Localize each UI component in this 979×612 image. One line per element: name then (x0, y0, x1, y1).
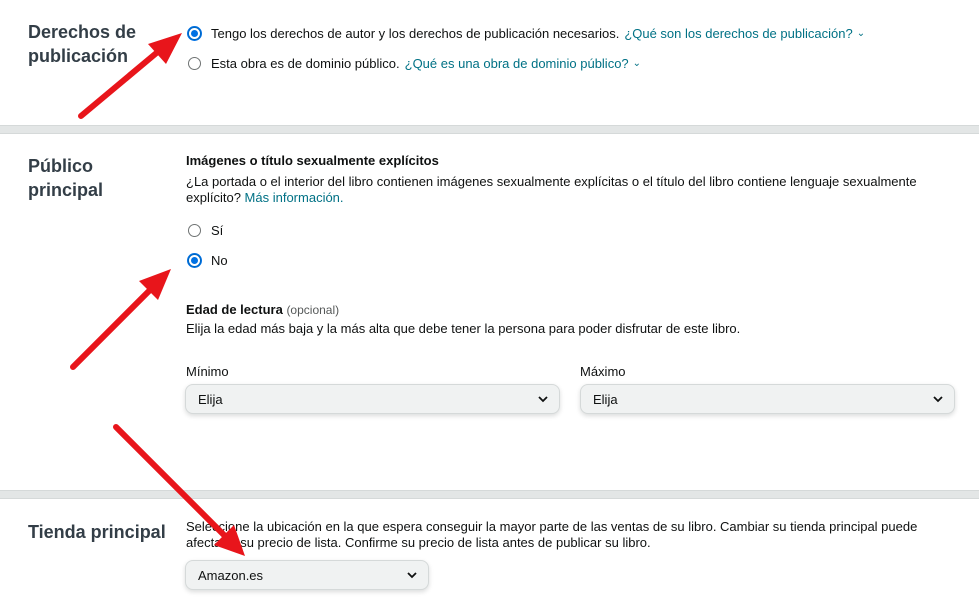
radio-yes[interactable] (188, 224, 201, 237)
more-info-link[interactable]: Más información. (245, 190, 344, 205)
chevron-down-icon (407, 572, 417, 579)
rights-option-own-label: Tengo los derechos de autor y los derech… (211, 26, 620, 41)
store-value: Amazon.es (198, 567, 264, 583)
explicit-no-option[interactable]: No (188, 253, 228, 268)
explicit-question: ¿La portada o el interior del libro cont… (186, 174, 956, 206)
rights-option-own[interactable]: Tengo los derechos de autor y los derech… (188, 26, 865, 41)
rights-option-public-domain[interactable]: Esta obra es de dominio público. ¿Qué es… (188, 56, 641, 71)
age-heading: Edad de lectura (opcional) (186, 302, 339, 318)
explicit-yes-option[interactable]: Sí (188, 223, 223, 238)
what-is-public-domain-link[interactable]: ¿Qué es una obra de dominio público? (405, 56, 629, 71)
section-divider (0, 491, 979, 498)
min-age-value: Elija (198, 391, 223, 407)
rights-title: Derechos de publicación (28, 20, 136, 68)
max-age-label: Máximo (580, 364, 626, 379)
audience-title-line2: principal (28, 180, 104, 200)
chevron-down-icon (933, 396, 943, 403)
min-age-select[interactable]: Elija (185, 384, 560, 414)
store-title: Tienda principal (28, 522, 166, 542)
store-section: Tienda principal Seleccione la ubicación… (0, 499, 979, 612)
chevron-down-icon (538, 396, 548, 403)
rights-title-line2: publicación (28, 46, 129, 66)
age-optional-label: (opcional) (286, 303, 340, 317)
section-divider (0, 126, 979, 133)
store-description-line1: Seleccione la ubicación en la que espera… (186, 519, 918, 534)
audience-section: Público principal Imágenes o título sexu… (0, 134, 979, 490)
min-age-label: Mínimo (186, 364, 229, 379)
explicit-yes-label: Sí (211, 223, 224, 238)
audience-title: Público principal (28, 154, 103, 202)
explicit-no-label: No (211, 253, 228, 268)
rights-option-public-domain-label: Esta obra es de dominio público. (211, 56, 400, 71)
chevron-down-icon[interactable]: ⌄ (633, 58, 641, 69)
max-age-value: Elija (593, 391, 618, 407)
rights-section: Derechos de publicación Tengo los derech… (0, 0, 979, 126)
audience-title-line1: Público (28, 156, 94, 176)
radio-no[interactable] (188, 254, 201, 267)
rights-title-line1: Derechos de (28, 22, 137, 42)
chevron-down-icon[interactable]: ⌄ (857, 28, 865, 39)
store-select[interactable]: Amazon.es (185, 560, 429, 590)
explicit-heading: Imágenes o título sexualmente explícitos (186, 153, 439, 168)
age-heading-label: Edad de lectura (186, 302, 283, 317)
max-age-select[interactable]: Elija (580, 384, 955, 414)
radio-public-domain[interactable] (188, 57, 201, 70)
explicit-question-line1: ¿La portada o el interior del libro cont… (186, 174, 917, 189)
radio-own-rights[interactable] (188, 27, 201, 40)
explicit-question-line2: explícito? (186, 190, 241, 205)
store-description: Seleccione la ubicación en la que espera… (186, 519, 956, 551)
what-are-rights-link[interactable]: ¿Qué son los derechos de publicación? (624, 26, 852, 41)
age-description: Elija la edad más baja y la más alta que… (186, 321, 741, 336)
store-description-line2: afectar a su precio de lista. Confirme s… (186, 535, 651, 550)
